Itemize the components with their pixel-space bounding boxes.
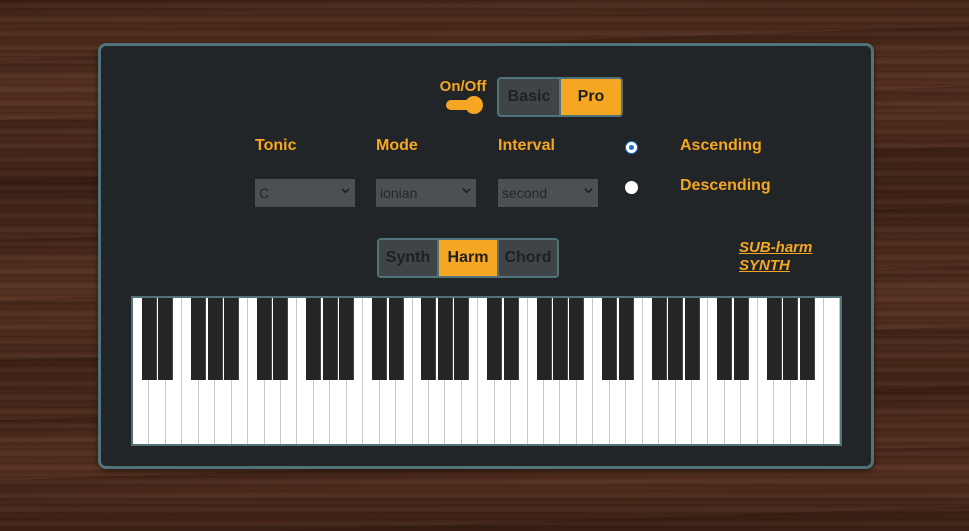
black-key[interactable] bbox=[339, 298, 355, 380]
white-key[interactable] bbox=[823, 298, 840, 444]
black-key[interactable] bbox=[733, 298, 749, 380]
interval-select-value: second bbox=[502, 185, 548, 201]
black-key[interactable] bbox=[684, 298, 700, 380]
black-key[interactable] bbox=[717, 298, 733, 380]
black-key[interactable] bbox=[569, 298, 585, 380]
basic-button[interactable]: Basic bbox=[499, 79, 559, 115]
black-key[interactable] bbox=[257, 298, 273, 380]
tonic-select[interactable]: C bbox=[255, 179, 355, 207]
chevron-down-icon bbox=[341, 188, 350, 194]
tonic-select-value: C bbox=[259, 185, 270, 201]
black-key[interactable] bbox=[618, 298, 634, 380]
black-key[interactable] bbox=[552, 298, 568, 380]
ascending-label: Ascending bbox=[680, 137, 762, 154]
view-toggle: Synth Harm Chord bbox=[377, 238, 559, 278]
black-key[interactable] bbox=[668, 298, 684, 380]
power-toggle[interactable] bbox=[446, 96, 483, 114]
black-key[interactable] bbox=[191, 298, 207, 380]
chord-button[interactable]: Chord bbox=[497, 240, 557, 276]
harm-button[interactable]: Harm bbox=[437, 240, 497, 276]
mode-label: Mode bbox=[376, 137, 418, 154]
black-key[interactable] bbox=[273, 298, 289, 380]
tonic-label: Tonic bbox=[255, 137, 297, 154]
black-key[interactable] bbox=[306, 298, 322, 380]
black-key[interactable] bbox=[602, 298, 618, 380]
synth-panel: On/Off Basic Pro Tonic Mode Interval C i… bbox=[98, 43, 874, 469]
mode-toggle: Basic Pro bbox=[497, 77, 623, 117]
black-key[interactable] bbox=[766, 298, 782, 380]
black-key[interactable] bbox=[141, 298, 157, 380]
mode-select-value: ionian bbox=[380, 185, 418, 201]
black-key[interactable] bbox=[421, 298, 437, 380]
chevron-down-icon bbox=[584, 188, 593, 194]
black-key[interactable] bbox=[651, 298, 667, 380]
black-key[interactable] bbox=[158, 298, 174, 380]
pro-button[interactable]: Pro bbox=[559, 79, 621, 115]
black-key[interactable] bbox=[454, 298, 470, 380]
mode-select[interactable]: ionian bbox=[376, 179, 476, 207]
sub-harm-synth-link[interactable]: SUB-harm SYNTH bbox=[739, 239, 812, 275]
piano-keyboard bbox=[131, 296, 842, 446]
sub-harm-link-line1: SUB-harm bbox=[739, 239, 813, 256]
chevron-down-icon bbox=[462, 188, 471, 194]
black-key[interactable] bbox=[487, 298, 503, 380]
interval-select[interactable]: second bbox=[498, 179, 598, 207]
black-key[interactable] bbox=[536, 298, 552, 380]
power-control[interactable]: On/Off bbox=[437, 78, 489, 114]
interval-label: Interval bbox=[498, 137, 555, 154]
descending-radio[interactable] bbox=[625, 181, 638, 194]
black-key[interactable] bbox=[322, 298, 338, 380]
black-key[interactable] bbox=[503, 298, 519, 380]
black-key[interactable] bbox=[388, 298, 404, 380]
descending-label: Descending bbox=[680, 177, 771, 194]
power-toggle-knob[interactable] bbox=[465, 96, 483, 114]
ascending-radio[interactable] bbox=[625, 141, 638, 154]
black-key[interactable] bbox=[783, 298, 799, 380]
black-key[interactable] bbox=[799, 298, 815, 380]
black-key[interactable] bbox=[207, 298, 223, 380]
synth-button[interactable]: Synth bbox=[379, 240, 437, 276]
black-key[interactable] bbox=[437, 298, 453, 380]
black-key[interactable] bbox=[372, 298, 388, 380]
sub-harm-link-line2: SYNTH bbox=[739, 257, 790, 274]
black-key[interactable] bbox=[224, 298, 240, 380]
power-label: On/Off bbox=[439, 78, 487, 95]
